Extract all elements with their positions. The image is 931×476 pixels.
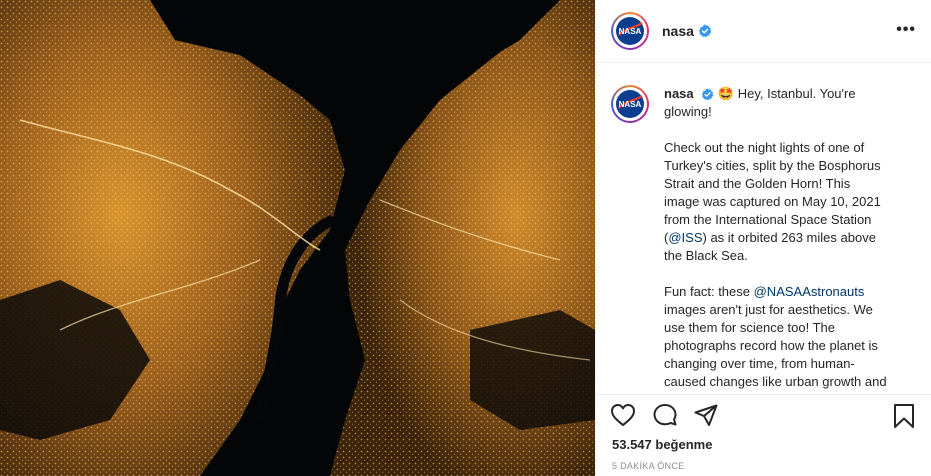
caption-paragraph-2: Check out the night lights of one of Tur… bbox=[664, 139, 889, 265]
mention-iss-link[interactable]: @ISS bbox=[668, 230, 702, 245]
likes-count[interactable]: 53.547 beğenme bbox=[612, 437, 712, 452]
bookmark-icon[interactable] bbox=[892, 403, 916, 434]
more-options-icon[interactable]: ••• bbox=[896, 21, 916, 39]
post-header: NASA nasa ••• bbox=[596, 0, 931, 63]
istanbul-night-image bbox=[0, 0, 595, 476]
svg-text:NASA: NASA bbox=[619, 100, 642, 109]
post-timestamp[interactable]: 5 DAKİKA ÖNCE bbox=[612, 461, 684, 471]
caption: NASA nasa 🤩 Hey, Istanbul. You're glowin… bbox=[611, 85, 916, 390]
caption-text: nasa 🤩 Hey, Istanbul. You're glowing! Ch… bbox=[664, 85, 889, 390]
nasa-logo-icon: NASA bbox=[616, 90, 644, 118]
caption-username[interactable]: nasa bbox=[664, 86, 694, 101]
star-struck-emoji: 🤩 bbox=[717, 86, 735, 101]
mention-nasaastronauts-link[interactable]: @NASAAstronauts bbox=[754, 284, 865, 299]
caption-paragraph-3-text-end: images aren't just for aesthetics. We us… bbox=[664, 302, 887, 389]
post-side-panel: NASA nasa ••• NASA nasa 🤩 Hey, Istanbul.… bbox=[595, 0, 931, 476]
verified-badge-icon bbox=[701, 88, 714, 101]
avatar[interactable]: NASA bbox=[611, 12, 649, 50]
caption-avatar[interactable]: NASA bbox=[611, 85, 649, 123]
action-bar bbox=[596, 394, 931, 434]
caption-paragraph-3-text: Fun fact: these bbox=[664, 284, 754, 299]
nasa-logo-icon: NASA bbox=[616, 17, 644, 45]
verified-badge-icon bbox=[698, 24, 712, 38]
caption-paragraph-3: Fun fact: these @NASAAstronauts images a… bbox=[664, 283, 889, 390]
post-photo[interactable] bbox=[0, 0, 595, 476]
header-username[interactable]: nasa bbox=[662, 23, 694, 39]
comments-section: NASA nasa 🤩 Hey, Istanbul. You're glowin… bbox=[596, 64, 931, 390]
comment-icon[interactable] bbox=[652, 403, 678, 432]
svg-text:NASA: NASA bbox=[619, 27, 642, 36]
heart-icon[interactable] bbox=[610, 403, 636, 432]
share-icon[interactable] bbox=[693, 403, 719, 432]
